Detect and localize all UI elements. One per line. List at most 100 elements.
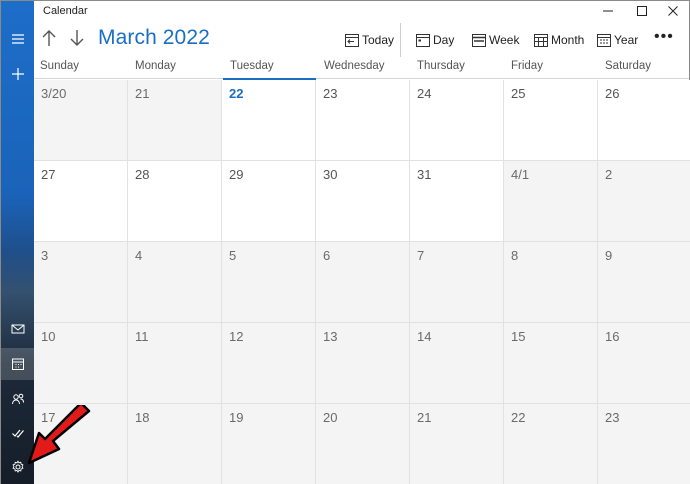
maximize-button[interactable] bbox=[625, 1, 659, 21]
day-view-button[interactable]: Day bbox=[416, 30, 454, 50]
mail-button[interactable] bbox=[1, 313, 34, 345]
arrow-down-icon bbox=[70, 30, 84, 46]
day-cell[interactable]: 4/1 bbox=[504, 161, 598, 242]
day-cell-today[interactable]: 22 bbox=[222, 80, 316, 161]
close-button[interactable] bbox=[656, 1, 690, 21]
day-cell[interactable]: 5 bbox=[222, 242, 316, 323]
day-cell[interactable]: 23 bbox=[598, 404, 690, 484]
month-icon bbox=[534, 33, 548, 47]
people-button[interactable] bbox=[1, 383, 34, 415]
day-cell[interactable]: 17 bbox=[34, 404, 128, 484]
previous-month-button[interactable] bbox=[38, 27, 60, 49]
day-number: 3/20 bbox=[41, 86, 67, 101]
day-number: 29 bbox=[229, 167, 244, 182]
day-number: 5 bbox=[229, 248, 237, 263]
day-number: 19 bbox=[229, 410, 244, 425]
year-label: Year bbox=[614, 33, 639, 47]
maximize-icon bbox=[637, 6, 647, 16]
day-number: 26 bbox=[605, 86, 620, 101]
settings-button[interactable] bbox=[1, 451, 34, 483]
day-cell[interactable]: 3/20 bbox=[34, 80, 128, 161]
todo-button[interactable] bbox=[1, 417, 34, 449]
day-cell[interactable]: 3 bbox=[34, 242, 128, 323]
day-cell[interactable]: 23 bbox=[316, 80, 410, 161]
day-number: 13 bbox=[323, 329, 338, 344]
mail-icon bbox=[11, 324, 24, 334]
day-number: 22 bbox=[511, 410, 526, 425]
year-view-button[interactable]: Year bbox=[597, 30, 638, 50]
day-cell[interactable]: 21 bbox=[128, 80, 222, 161]
arrow-up-icon bbox=[42, 30, 56, 46]
day-cell[interactable]: 26 bbox=[598, 80, 690, 161]
today-label: Today bbox=[362, 33, 395, 47]
day-number: 10 bbox=[41, 329, 56, 344]
year-icon bbox=[597, 33, 611, 47]
day-number: 14 bbox=[417, 329, 432, 344]
new-event-button[interactable] bbox=[1, 58, 34, 90]
weekday-label: Friday bbox=[511, 60, 543, 72]
day-number: 21 bbox=[417, 410, 432, 425]
today-button[interactable]: Today bbox=[345, 30, 394, 50]
toolbar-divider bbox=[400, 23, 401, 57]
day-cell[interactable]: 11 bbox=[128, 323, 222, 404]
day-number: 23 bbox=[323, 86, 338, 101]
day-cell[interactable]: 16 bbox=[598, 323, 690, 404]
day-cell[interactable]: 2 bbox=[598, 161, 690, 242]
navigation-rail bbox=[1, 1, 34, 484]
day-cell[interactable]: 13 bbox=[316, 323, 410, 404]
day-number: 3 bbox=[41, 248, 49, 263]
day-cell[interactable]: 21 bbox=[410, 404, 504, 484]
day-cell[interactable]: 7 bbox=[410, 242, 504, 323]
weekday-header: Sunday Monday Tuesday Wednesday Thursday… bbox=[34, 59, 689, 80]
day-cell[interactable]: 8 bbox=[504, 242, 598, 323]
day-label: Day bbox=[433, 33, 455, 47]
day-cell[interactable]: 22 bbox=[504, 404, 598, 484]
next-month-button[interactable] bbox=[66, 27, 88, 49]
day-cell[interactable]: 24 bbox=[410, 80, 504, 161]
day-number: 9 bbox=[605, 248, 613, 263]
day-number: 20 bbox=[323, 410, 338, 425]
settings-icon bbox=[11, 460, 24, 473]
day-cell[interactable]: 10 bbox=[34, 323, 128, 404]
day-number: 23 bbox=[605, 410, 620, 425]
day-number: 31 bbox=[417, 167, 432, 182]
month-grid: 3/20 21 22 23 24 25 26 27 28 29 30 31 4/… bbox=[34, 80, 690, 484]
day-cell[interactable]: 19 bbox=[222, 404, 316, 484]
weekday-label: Tuesday bbox=[230, 60, 274, 72]
add-event-icon bbox=[11, 68, 24, 80]
day-cell[interactable]: 4 bbox=[128, 242, 222, 323]
day-cell[interactable]: 30 bbox=[316, 161, 410, 242]
minimize-button[interactable] bbox=[591, 1, 625, 21]
todo-icon bbox=[11, 429, 24, 438]
day-cell[interactable]: 31 bbox=[410, 161, 504, 242]
day-cell[interactable]: 28 bbox=[128, 161, 222, 242]
app-title: Calendar bbox=[43, 5, 88, 17]
weekday-label: Monday bbox=[135, 60, 176, 72]
day-number: 15 bbox=[511, 329, 526, 344]
calendar-header: March 2022 Today Day Week Month Year ••• bbox=[34, 21, 689, 59]
weekday-label: Wednesday bbox=[324, 60, 385, 72]
month-view-button[interactable]: Month bbox=[534, 30, 584, 50]
day-cell[interactable]: 12 bbox=[222, 323, 316, 404]
day-cell[interactable]: 25 bbox=[504, 80, 598, 161]
week-view-button[interactable]: Week bbox=[472, 30, 519, 50]
day-cell[interactable]: 20 bbox=[316, 404, 410, 484]
more-options-button[interactable]: ••• bbox=[654, 29, 674, 45]
day-cell[interactable]: 27 bbox=[34, 161, 128, 242]
day-cell[interactable]: 6 bbox=[316, 242, 410, 323]
day-cell[interactable]: 29 bbox=[222, 161, 316, 242]
week-label: Week bbox=[489, 33, 520, 47]
day-number: 8 bbox=[511, 248, 519, 263]
close-icon bbox=[668, 6, 678, 16]
day-cell[interactable]: 18 bbox=[128, 404, 222, 484]
day-cell[interactable]: 14 bbox=[410, 323, 504, 404]
day-cell[interactable]: 9 bbox=[598, 242, 690, 323]
day-number: 28 bbox=[135, 167, 150, 182]
month-label: Month bbox=[551, 33, 585, 47]
day-number: 7 bbox=[417, 248, 425, 263]
day-cell[interactable]: 15 bbox=[504, 323, 598, 404]
calendar-button[interactable] bbox=[1, 348, 34, 380]
day-number: 4/1 bbox=[511, 167, 530, 182]
day-number: 18 bbox=[135, 410, 150, 425]
hamburger-menu-button[interactable] bbox=[1, 23, 34, 55]
